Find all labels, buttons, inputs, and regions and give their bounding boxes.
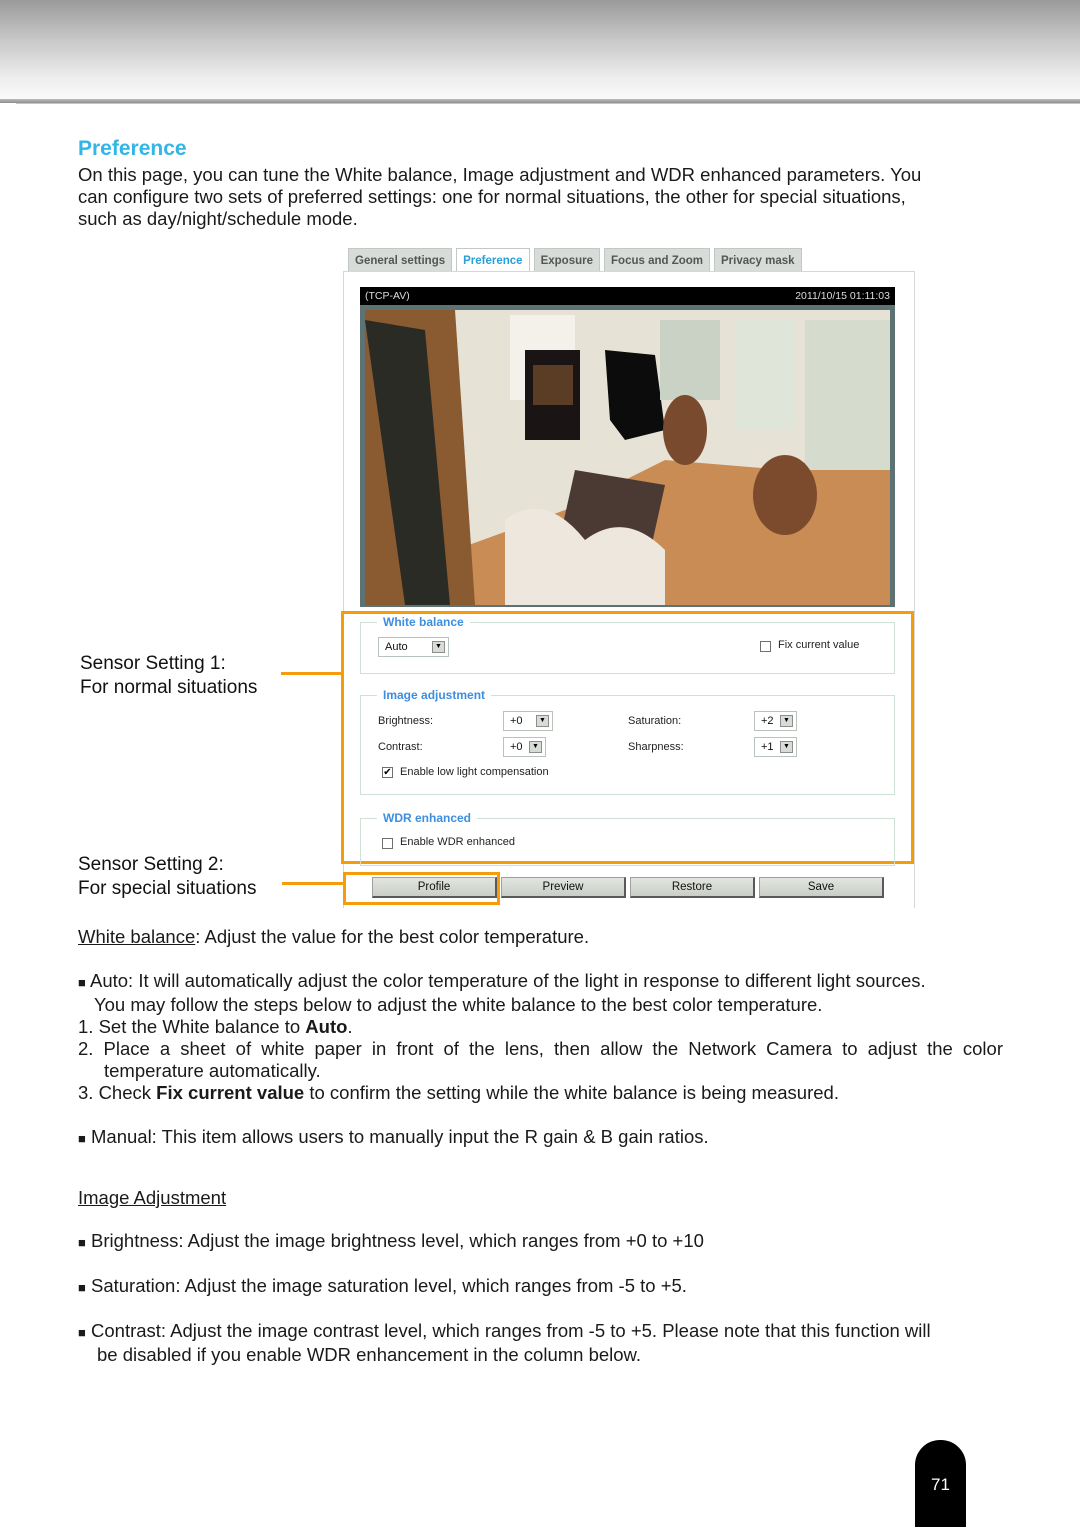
tab-exposure[interactable]: Exposure xyxy=(533,248,601,272)
living-room-camera-image xyxy=(365,310,890,605)
low-light-compensation-label: Enable low light compensation xyxy=(400,766,549,778)
fix-current-value-label: Fix current value xyxy=(778,639,860,651)
low-light-compensation-checkbox[interactable]: ✔ xyxy=(382,767,393,778)
step-text: 1. Set the White balance to xyxy=(78,1016,306,1037)
step-text: 3. Check xyxy=(78,1082,157,1103)
video-timestamp: 2011/10/15 01:11:03 xyxy=(795,290,890,302)
enable-wdr-checkbox[interactable] xyxy=(382,838,393,849)
saturation-text: Saturation: Adjust the image saturation … xyxy=(91,1275,687,1296)
brightness-select[interactable]: +0 ▼ xyxy=(503,711,553,731)
callout-line: Sensor Setting 2: xyxy=(78,854,224,875)
callout-line: Sensor Setting 1: xyxy=(80,653,226,674)
intro-line: can configure two sets of preferred sett… xyxy=(78,186,906,207)
saturation-select[interactable]: +2 ▼ xyxy=(754,711,797,731)
step-2-cont: temperature automatically. xyxy=(104,1060,321,1081)
auto-text-cont: You may follow the steps below to adjust… xyxy=(94,994,823,1015)
step-bold: Auto xyxy=(305,1016,348,1037)
chevron-down-icon: ▼ xyxy=(780,741,793,753)
image-adjustment-legend: Image adjustment xyxy=(377,688,492,702)
enable-wdr-label: Enable WDR enhanced xyxy=(400,836,515,848)
white-balance-select[interactable]: Auto ▼ xyxy=(378,637,449,657)
manual-text: Manual: This item allows users to manual… xyxy=(91,1126,709,1147)
tab-privacy-mask[interactable]: Privacy mask xyxy=(714,248,802,272)
auto-bullet: ■ Auto: It will automatically adjust the… xyxy=(78,970,1003,994)
bullet-icon: ■ xyxy=(78,1325,86,1340)
step-text: . xyxy=(347,1016,353,1037)
step-1: 1. Set the White balance to Auto. xyxy=(78,1016,1003,1038)
saturation-bullet: ■ Saturation: Adjust the image saturatio… xyxy=(78,1275,1003,1299)
callout-line: For normal situations xyxy=(80,677,258,698)
fix-current-value-checkbox[interactable] xyxy=(760,641,771,652)
contrast-text-cont: be disabled if you enable WDR enhancemen… xyxy=(97,1344,642,1365)
bullet-icon: ■ xyxy=(78,975,86,990)
chevron-down-icon: ▼ xyxy=(780,715,793,727)
sensor-setting-2-callout: Sensor Setting 2: For special situations xyxy=(78,853,256,901)
image-adjustment-heading-text: Image Adjustment xyxy=(78,1187,227,1208)
image-adjustment-heading: Image Adjustment xyxy=(78,1187,1003,1209)
saturation-value: +2 xyxy=(761,715,774,727)
intro-line: On this page, you can tune the White bal… xyxy=(78,164,922,185)
page-number: 71 xyxy=(931,1475,950,1494)
save-button[interactable]: Save xyxy=(759,877,884,898)
live-video-view[interactable] xyxy=(360,305,895,607)
step-text: to confirm the setting while the white b… xyxy=(304,1082,839,1103)
bullet-icon: ■ xyxy=(78,1131,86,1146)
brightness-label: Brightness: xyxy=(378,715,434,727)
intro-paragraph: On this page, you can tune the White bal… xyxy=(78,164,1003,230)
chevron-down-icon: ▼ xyxy=(536,715,549,727)
page-header-band xyxy=(0,0,1080,100)
sensor-setting-1-callout: Sensor Setting 1: For normal situations xyxy=(80,652,257,700)
contrast-label: Contrast: xyxy=(378,741,423,753)
tab-focus-and-zoom[interactable]: Focus and Zoom xyxy=(604,248,711,272)
sharpness-select[interactable]: +1 ▼ xyxy=(754,737,797,757)
auto-text: Auto: It will automatically adjust the c… xyxy=(89,970,926,991)
chevron-down-icon: ▼ xyxy=(529,741,542,753)
stream-label: (TCP-AV) xyxy=(365,290,410,302)
white-balance-heading-line: White balance: Adjust the value for the … xyxy=(78,926,1003,948)
page-number-tab: 71 xyxy=(915,1440,966,1527)
callout-connector xyxy=(281,672,343,675)
sharpness-label: Sharpness: xyxy=(628,741,684,753)
contrast-bullet: ■ Contrast: Adjust the image contrast le… xyxy=(78,1320,1003,1344)
contrast-select[interactable]: +0 ▼ xyxy=(503,737,546,757)
saturation-label: Saturation: xyxy=(628,715,682,727)
preview-button[interactable]: Preview xyxy=(501,877,626,898)
white-balance-section: White balance: Adjust the value for the … xyxy=(78,926,1003,1150)
section-title: Preference xyxy=(78,137,187,160)
manual-bullet: ■ Manual: This item allows users to manu… xyxy=(78,1126,1003,1150)
brightness-value: +0 xyxy=(510,715,523,727)
white-balance-legend: White balance xyxy=(377,615,470,629)
bullet-icon: ■ xyxy=(78,1235,86,1250)
white-balance-value: Auto xyxy=(385,641,408,653)
header-divider-thin xyxy=(16,103,1080,104)
callout-connector xyxy=(282,882,345,885)
tab-general-settings[interactable]: General settings xyxy=(348,248,453,272)
brightness-text: Brightness: Adjust the image brightness … xyxy=(91,1230,704,1251)
step-bold: Fix current value xyxy=(156,1082,305,1103)
video-title-bar: (TCP-AV) 2011/10/15 01:11:03 xyxy=(360,287,895,305)
intro-line: such as day/night/schedule mode. xyxy=(78,208,358,229)
step-2: 2. Place a sheet of white paper in front… xyxy=(78,1038,1003,1059)
bullet-icon: ■ xyxy=(78,1280,86,1295)
image-adjustment-section: Image Adjustment ■ Brightness: Adjust th… xyxy=(78,1187,1003,1366)
chevron-down-icon: ▼ xyxy=(432,641,445,653)
sharpness-value: +1 xyxy=(761,741,774,753)
settings-tabs: General settings Preference Exposure Foc… xyxy=(348,248,802,274)
restore-button[interactable]: Restore xyxy=(630,877,755,898)
contrast-value: +0 xyxy=(510,741,523,753)
callout-line: For special situations xyxy=(78,878,257,899)
profile-button[interactable]: Profile xyxy=(372,877,497,898)
white-balance-heading: White balance xyxy=(78,926,196,947)
step-3: 3. Check Fix current value to confirm th… xyxy=(78,1082,1003,1104)
wdr-legend: WDR enhanced xyxy=(377,811,478,825)
white-balance-heading-rest: : Adjust the value for the best color te… xyxy=(195,926,590,947)
contrast-text: Contrast: Adjust the image contrast leve… xyxy=(91,1320,931,1341)
brightness-bullet: ■ Brightness: Adjust the image brightnes… xyxy=(78,1230,1003,1254)
